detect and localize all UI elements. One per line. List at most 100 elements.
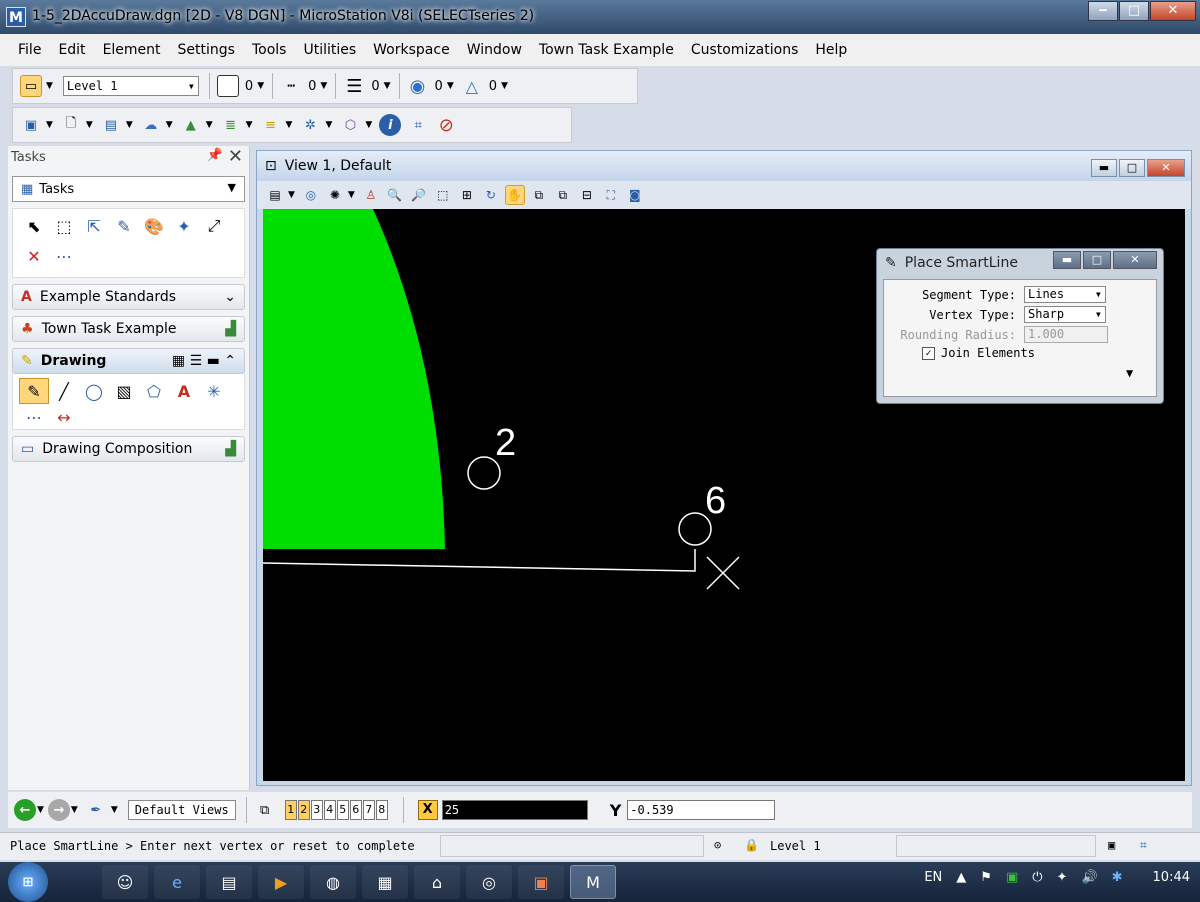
default-views-select[interactable]: Default Views xyxy=(127,800,236,820)
flag-icon[interactable]: ⚑ xyxy=(980,870,992,885)
pen-icon[interactable]: ✒ xyxy=(85,799,107,821)
no-graphics-icon[interactable]: ⊘ xyxy=(435,114,457,136)
menu-workspace[interactable]: Workspace xyxy=(373,42,450,58)
view-1-button[interactable]: 1 xyxy=(284,800,297,820)
active-level-icon[interactable]: ▭ xyxy=(20,75,42,97)
taskbar-app-microstation-icon[interactable]: M xyxy=(570,865,616,899)
view-8-button[interactable]: 8 xyxy=(375,800,388,820)
taskbar-app-sync-icon[interactable]: ◍ xyxy=(310,865,356,899)
taskbar-app-paint-icon[interactable]: ▣ xyxy=(518,865,564,899)
transparency-globe-icon[interactable]: ◉ xyxy=(407,75,429,97)
status-level[interactable]: Level 1 xyxy=(770,839,821,853)
language-indicator[interactable]: EN xyxy=(924,870,942,885)
taskbar-app-settings-icon[interactable]: ◎ xyxy=(466,865,512,899)
vertex-type-select[interactable]: Sharp xyxy=(1024,306,1106,323)
snaps-icon[interactable]: ✲ xyxy=(299,114,321,136)
view-attributes-icon[interactable]: ▤ xyxy=(265,185,285,205)
taskbar-app-explorer-icon[interactable]: ▤ xyxy=(206,865,252,899)
layout-toggle-icon[interactable]: ▦ ☰ ▬ ⌃ xyxy=(172,353,236,369)
clock[interactable]: 10:44 xyxy=(1153,870,1190,885)
menu-edit[interactable]: Edit xyxy=(58,42,85,58)
cell-tool-icon[interactable]: ✳ xyxy=(199,378,229,404)
dimension-icon[interactable]: ⋯ xyxy=(19,404,49,430)
taskbar-app-document-icon[interactable]: ▦ xyxy=(362,865,408,899)
view-close-button[interactable]: ✕ xyxy=(1147,159,1185,177)
manipulate-tool-icon[interactable]: ⇱ xyxy=(79,213,109,239)
chevron-down-icon[interactable]: ▼ xyxy=(37,805,44,815)
raster-icon[interactable]: ▲ xyxy=(180,114,202,136)
microstation-icon[interactable]: M xyxy=(6,7,26,27)
zoom-out-icon[interactable]: 🔎 xyxy=(409,185,429,205)
taskbar-app-network-icon[interactable]: ⌂ xyxy=(414,865,460,899)
chevron-down-icon[interactable]: ▼ xyxy=(46,81,53,91)
pin-icon[interactable]: 📌 xyxy=(207,148,223,163)
camera-icon[interactable]: ◙ xyxy=(625,185,645,205)
section-example-standards[interactable]: A Example Standards ⌄ xyxy=(12,284,245,310)
chevron-down-icon[interactable]: ▼ xyxy=(257,81,264,91)
scale-tool-icon[interactable]: ⤢ xyxy=(199,213,229,239)
power-icon[interactable]: ⏻ xyxy=(1032,870,1042,885)
zoom-in-icon[interactable]: 🔍 xyxy=(385,185,405,205)
design-history-icon[interactable]: ▣ xyxy=(1108,838,1115,852)
chevron-down-icon[interactable]: ▼ xyxy=(286,120,293,130)
close-icon[interactable]: ✕ xyxy=(228,146,243,167)
fence-tool-icon[interactable]: ⬚ xyxy=(49,213,79,239)
segment-type-select[interactable]: Lines xyxy=(1024,286,1106,303)
cube-icon[interactable]: ▣ xyxy=(20,114,42,136)
chevron-down-icon[interactable]: ▼ xyxy=(348,190,355,200)
section-drawing-composition[interactable]: ▭ Drawing Composition ▟ xyxy=(12,436,245,462)
taskbar-app-media-icon[interactable]: ▶ xyxy=(258,865,304,899)
minimize-button[interactable]: ‒ xyxy=(1088,1,1118,21)
forward-arrow-icon[interactable]: → xyxy=(47,799,70,821)
copy-view-icon[interactable]: ⊟ xyxy=(577,185,597,205)
level-select[interactable]: Level 1 xyxy=(62,76,199,96)
display-style-icon[interactable]: ◎ xyxy=(301,185,321,205)
view-3-button[interactable]: 3 xyxy=(310,800,323,820)
measure-tool-icon[interactable]: ✦ xyxy=(169,213,199,239)
text-tool-icon[interactable]: A xyxy=(169,378,199,404)
maximize-button[interactable]: □ xyxy=(1119,1,1149,21)
expand-dialog-icon[interactable]: ▼ xyxy=(1126,366,1133,380)
dialog-minimize-button[interactable]: ▬ xyxy=(1053,251,1081,269)
color-swatch-icon[interactable] xyxy=(216,75,239,97)
view-7-button[interactable]: 7 xyxy=(362,800,375,820)
start-button[interactable]: ⊞ xyxy=(8,862,48,902)
section-drawing[interactable]: ✎ Drawing ▦ ☰ ▬ ⌃ xyxy=(12,348,245,374)
view-4-button[interactable]: 4 xyxy=(323,800,336,820)
menu-file[interactable]: File xyxy=(18,42,41,58)
new-document-icon[interactable]: 🗋 xyxy=(60,114,82,136)
chevron-down-icon[interactable]: ▼ xyxy=(447,81,454,91)
menu-window[interactable]: Window xyxy=(467,42,522,58)
network-icon[interactable]: ✦ xyxy=(1057,870,1068,885)
menu-customizations[interactable]: Customizations xyxy=(691,42,799,58)
delete-tool-icon[interactable]: ✕ xyxy=(19,243,49,269)
y-coordinate-input[interactable]: -0.539 xyxy=(627,800,776,820)
chevron-down-icon[interactable]: ▼ xyxy=(71,805,78,815)
lighting-icon[interactable]: ✺ xyxy=(325,185,345,205)
level-manager-icon[interactable]: ≣ xyxy=(220,114,242,136)
fit-view-icon[interactable]: ⊞ xyxy=(457,185,477,205)
chevron-down-icon[interactable]: ▼ xyxy=(46,120,53,130)
dialog-close-button[interactable]: ✕ xyxy=(1113,251,1157,269)
priority-icon[interactable]: △ xyxy=(461,75,483,97)
smartline-tool-icon[interactable]: ✎ xyxy=(19,378,49,404)
lock-icon[interactable]: 🔒 xyxy=(744,838,759,852)
pan-view-icon[interactable]: ✋ xyxy=(504,185,525,205)
chevron-down-icon[interactable]: ▼ xyxy=(320,81,327,91)
patterning-tool-icon[interactable]: ▧ xyxy=(109,378,139,404)
view-6-button[interactable]: 6 xyxy=(349,800,362,820)
message-center-icon[interactable]: ⌗ xyxy=(1140,838,1147,853)
view-maximize-button[interactable]: □ xyxy=(1119,159,1145,177)
info-icon[interactable]: i xyxy=(379,114,402,136)
back-arrow-icon[interactable]: ← xyxy=(14,799,36,821)
dimension-tool-icon[interactable]: ⋯ xyxy=(49,243,79,269)
references-icon[interactable]: ☁ xyxy=(140,114,162,136)
chevron-down-icon[interactable]: ▼ xyxy=(325,120,332,130)
circle-tool-icon[interactable]: ◯ xyxy=(79,378,109,404)
bluetooth-icon[interactable]: ✱ xyxy=(1112,870,1123,885)
x-coordinate-input[interactable]: 25 xyxy=(441,800,588,820)
linear-tool-icon[interactable]: ╱ xyxy=(49,378,79,404)
section-town-task-example[interactable]: ♣ Town Task Example ▟ xyxy=(12,316,245,342)
tasks-dropdown[interactable]: ▦ Tasks ▼ xyxy=(12,176,245,202)
models-icon[interactable]: ▤ xyxy=(100,114,122,136)
